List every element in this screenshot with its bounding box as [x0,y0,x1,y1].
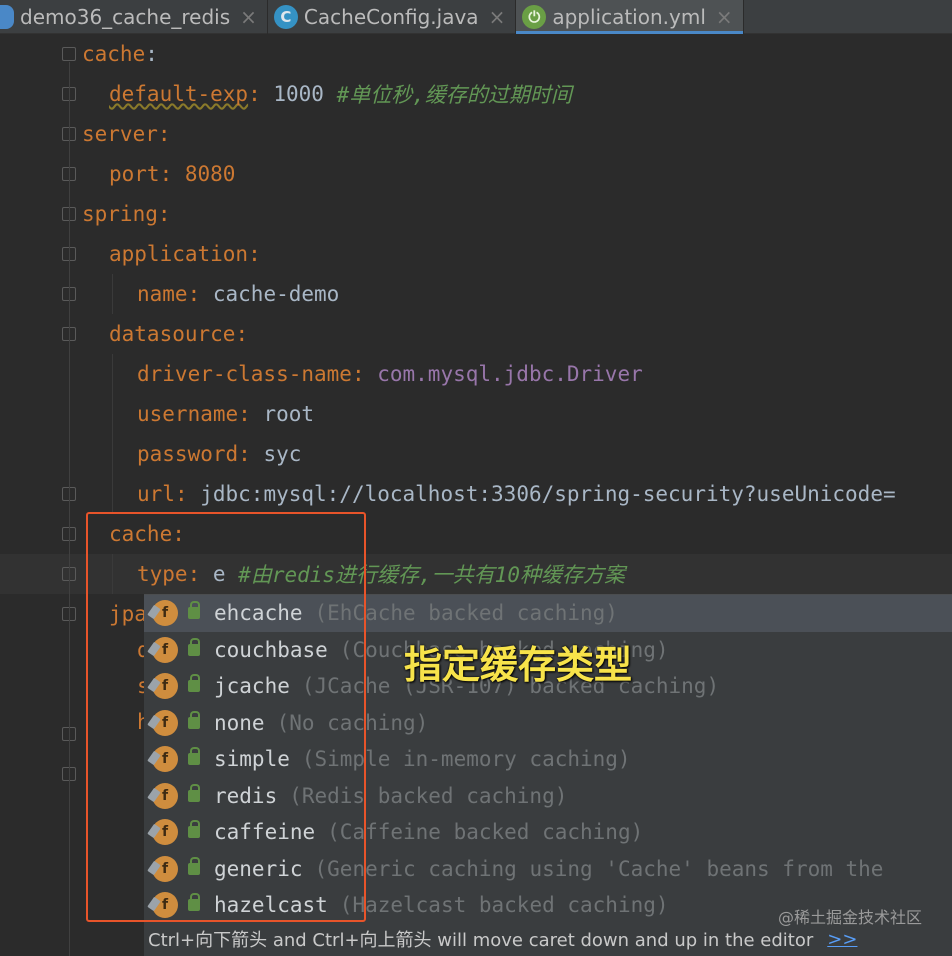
code-line: name: cache-demo [137,274,339,314]
yaml-key: cache [82,42,146,66]
completion-desc: (Hazelcast backed caching) [339,893,669,918]
yaml-colon: : [238,442,251,466]
yaml-value: 8080 [172,162,236,186]
yaml-comment: #单位秒,缓存的过期时间 [336,83,572,107]
completion-desc: (Generic caching using 'Cache' beans fro… [314,856,884,881]
code-line: application: [109,234,261,274]
code-line: spring: [82,194,171,234]
yaml-key: username [137,402,239,426]
code-line: port: 8080 [109,154,235,194]
close-icon[interactable]: × [716,5,733,29]
annotation-highlight-box [86,512,366,922]
completion-desc: (Caffeine backed caching) [327,820,644,845]
yaml-value: jdbc:mysql://localhost:3306/spring-secur… [187,482,896,506]
yaml-colon: : [187,282,201,306]
tab-cacheconfig-java[interactable]: C CacheConfig.java × [268,0,517,34]
tab-label: CacheConfig.java [303,5,479,29]
tab-label: demo36_cache_redis [20,5,231,29]
completion-hint-text: Ctrl+向下箭头 and Ctrl+向上箭头 will move caret … [148,930,814,951]
fold-marker-icon[interactable] [62,47,76,61]
close-icon[interactable]: × [489,5,506,29]
tab-demo36-cache-redis[interactable]: demo36_cache_redis × [0,0,268,34]
yaml-colon: : [157,122,171,146]
yaml-key: password [137,442,239,466]
yaml-colon: : [351,362,365,386]
code-line: password: syc [137,434,301,474]
code-line: default-exp: 1000 #单位秒,缓存的过期时间 [109,74,572,114]
tab-application-yml[interactable]: ⏻ application.yml × [516,0,744,34]
code-line: driver-class-name: com.mysql.jdbc.Driver [137,354,643,394]
yaml-colon: : [157,202,171,226]
yaml-colon: : [248,242,261,266]
yaml-key: driver-class-name [137,362,352,386]
editor-tab-bar: demo36_cache_redis × C CacheConfig.java … [0,0,952,34]
fold-guide [69,62,70,956]
code-line: username: root [137,394,314,434]
yaml-value: 1000 [260,82,337,106]
yaml-colon: : [235,322,249,346]
yaml-colon: : [248,82,261,106]
yaml-colon: : [174,482,188,506]
java-class-icon: C [273,5,298,29]
spring-icon: ⏻ [522,5,547,29]
yaml-key: url [137,482,175,506]
yaml-colon: : [159,162,173,186]
folder-icon [0,5,14,29]
code-line: url: jdbc:mysql://localhost:3306/spring-… [137,474,896,514]
yaml-key: name [137,282,188,306]
yaml-value: cache-demo [200,282,340,306]
annotation-caption: 指定缓存类型 [404,643,633,687]
yaml-value: com.mysql.jdbc.Driver [364,362,643,386]
yaml-key: spring [82,202,158,226]
yaml-value: root [250,402,315,426]
close-icon[interactable]: × [240,5,257,29]
yaml-key: datasource [109,322,236,346]
yaml-key: application [109,242,249,266]
yaml-key: server [82,122,158,146]
watermark: @稀土掘金技术社区 [777,908,922,927]
yaml-key: port [109,162,160,186]
yaml-colon: : [145,42,158,66]
tab-label: application.yml [552,5,706,29]
code-line: datasource: [109,314,248,354]
code-line: cache: [82,34,158,74]
code-line: server: [82,114,171,154]
indent-guide [112,354,113,514]
completion-more-link[interactable]: >> [827,929,857,950]
yaml-key: default-exp [109,82,249,106]
yaml-colon: : [238,402,251,426]
indent-guide [112,274,113,314]
yaml-value: syc [250,442,302,466]
